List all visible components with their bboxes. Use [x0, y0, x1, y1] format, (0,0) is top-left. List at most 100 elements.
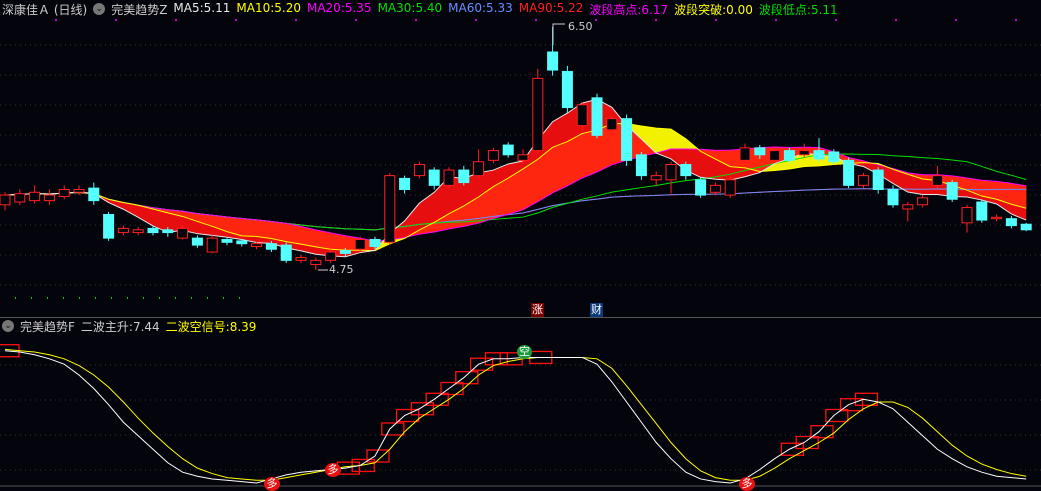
marker-dot	[1015, 19, 1017, 21]
candle-body	[280, 244, 292, 261]
candle-body	[295, 257, 307, 261]
marker-dot	[79, 297, 80, 299]
kline-chart[interactable]	[0, 0, 1041, 488]
candle-body	[917, 197, 929, 206]
candle-body	[147, 227, 159, 234]
marker-dot	[223, 297, 224, 299]
duo-signal: 多	[264, 477, 280, 491]
candle-body	[724, 179, 736, 196]
kong-signal: 空	[517, 345, 532, 359]
candle-body	[621, 118, 633, 161]
candle-body	[384, 175, 396, 243]
candle-body	[635, 154, 647, 177]
marker-dot	[159, 297, 160, 299]
candle-body	[132, 229, 144, 234]
candle-body	[976, 201, 988, 221]
candle-body	[0, 194, 11, 206]
marker-dot	[55, 19, 57, 21]
marker-dot	[115, 19, 117, 21]
step-box	[410, 402, 435, 416]
marker-dot	[415, 19, 417, 21]
candle-body	[695, 179, 707, 196]
candle-body	[458, 169, 470, 184]
duo-signal: 多	[325, 463, 341, 477]
candle-body	[606, 118, 618, 131]
candle-body	[1020, 223, 1032, 231]
candle-body	[946, 182, 958, 200]
candle-body	[88, 187, 100, 202]
candle-body	[29, 191, 41, 202]
candle-body	[117, 227, 129, 234]
candle-body	[236, 240, 248, 245]
marker-dot	[207, 297, 208, 299]
candle-body	[754, 147, 766, 156]
marker-dot	[295, 19, 297, 21]
candle-body	[487, 150, 499, 161]
signal-line-yellow	[4, 348, 1027, 481]
marker-dot	[31, 297, 32, 299]
marker-dot	[355, 19, 357, 21]
candle-body	[1005, 218, 1017, 227]
marker-dot	[175, 19, 177, 21]
candle-body	[680, 164, 692, 177]
candle-body	[413, 164, 425, 177]
candle-body	[14, 193, 26, 203]
high-pointer	[552, 23, 565, 45]
candle-body	[769, 150, 781, 161]
low-price-label: 4.75	[329, 263, 354, 276]
candle-body	[43, 194, 55, 202]
candle-body	[561, 70, 573, 109]
marker-dot	[63, 297, 64, 299]
candle-body	[783, 150, 795, 161]
marker-dot	[715, 19, 717, 21]
candle-body	[310, 259, 322, 266]
candle-body	[177, 227, 189, 239]
candle-body	[591, 97, 603, 136]
candle-body	[251, 243, 263, 247]
candle-body	[58, 189, 70, 197]
candle-body	[162, 229, 174, 234]
candle-body	[931, 175, 943, 186]
marker-dot	[111, 297, 112, 299]
marker-dot	[175, 297, 176, 299]
candle-body	[813, 150, 825, 160]
candle-body	[221, 239, 233, 243]
step-box	[381, 422, 405, 436]
candle-body	[502, 144, 514, 156]
marker-dot	[143, 297, 144, 299]
marker-dot	[95, 297, 96, 299]
zhang-signal: 涨	[531, 303, 544, 317]
candle-body	[369, 239, 381, 247]
candle-body	[339, 250, 351, 254]
candle-body	[872, 169, 884, 191]
candle-body	[206, 237, 218, 253]
marker-dot	[955, 19, 957, 21]
candle-body	[443, 169, 455, 186]
marker-dot	[47, 297, 48, 299]
candle-body	[650, 175, 662, 181]
candle-body	[191, 237, 203, 246]
candle-body	[576, 104, 588, 127]
candle-body	[517, 154, 529, 161]
candle-body	[739, 147, 751, 161]
candle-body	[532, 77, 544, 152]
candle-body	[902, 204, 914, 210]
high-price-label: 6.50	[568, 20, 593, 33]
candle-body	[857, 175, 869, 186]
marker-dot	[239, 297, 240, 299]
marker-dot	[835, 19, 837, 21]
trend-line-white	[4, 350, 1027, 484]
candle-body	[843, 159, 855, 186]
candle-body	[991, 216, 1003, 220]
candle-body	[103, 214, 115, 239]
candle-body	[325, 251, 337, 261]
candle-body	[961, 207, 973, 224]
candle-body	[399, 177, 411, 191]
step-box	[780, 442, 805, 456]
candle-body	[428, 169, 440, 186]
marker-dot	[235, 19, 237, 21]
candle-body	[887, 189, 899, 206]
marker-dot	[655, 19, 657, 21]
candle-body	[665, 164, 677, 181]
marker-dot	[775, 19, 777, 21]
